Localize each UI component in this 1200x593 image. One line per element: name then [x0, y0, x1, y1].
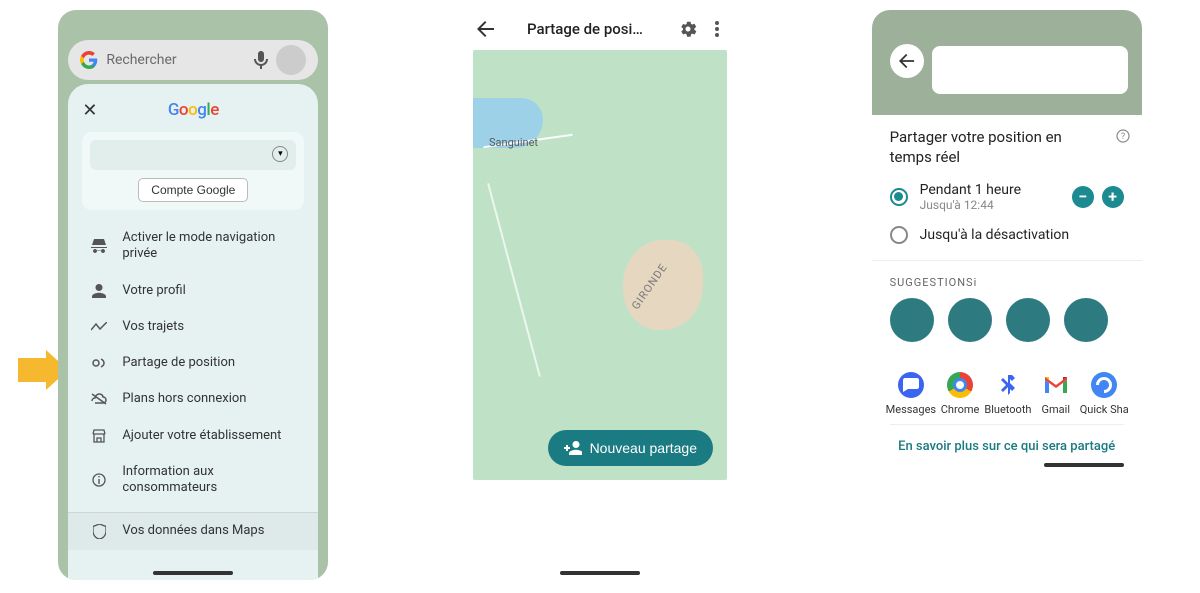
info-icon[interactable]: i	[974, 276, 978, 289]
map[interactable]: Sanguinet GIRONDE Nouveau partage	[473, 50, 727, 480]
chevron-down-icon: ▾	[272, 146, 288, 162]
increase-duration-button[interactable]: +	[1102, 186, 1124, 208]
store-icon	[90, 429, 108, 443]
account-menu-panel: ✕ Google ▾ Compte Google Activer le mode…	[68, 84, 318, 580]
quick-share-icon	[1091, 372, 1117, 398]
share-bottom-sheet: Partager votre position en temps réel ? …	[872, 115, 1142, 472]
share-app-quick-share[interactable]: Quick Share	[1080, 372, 1128, 417]
shield-icon	[90, 524, 108, 539]
radio-selected-icon	[890, 188, 908, 206]
back-icon[interactable]	[477, 20, 495, 38]
svg-text:?: ?	[1121, 132, 1125, 142]
search-slab[interactable]	[932, 46, 1128, 94]
share-app-chrome[interactable]: Chrome	[936, 372, 984, 417]
suggestions-header: SUGGESTIONSi	[890, 271, 1124, 290]
suggestions-list	[890, 298, 1124, 342]
share-apps-row: Messages Chrome Bluetooth Gmail	[886, 372, 1128, 417]
map-road	[487, 183, 541, 377]
gesture-bar	[153, 571, 233, 575]
menu-item-profile[interactable]: Votre profil	[68, 273, 318, 309]
map-place-label: Sanguinet	[489, 136, 538, 149]
close-icon[interactable]: ✕	[82, 100, 97, 121]
account-switcher: ▾ Compte Google	[82, 132, 304, 210]
menu-item-add-business[interactable]: Ajouter votre établissement	[68, 418, 318, 454]
learn-more-link[interactable]: En savoir plus sur ce qui sera partagé	[890, 424, 1124, 464]
page-title: Partage de posi…	[505, 20, 665, 38]
timeline-icon	[90, 322, 108, 332]
gesture-bar	[560, 571, 640, 575]
menu-list: Activer le mode navigation privée Votre …	[68, 220, 318, 580]
header: Partage de posi…	[465, 10, 735, 48]
option-until-off[interactable]: Jusqu'à la désactivation	[890, 226, 1124, 244]
gesture-bar	[1044, 463, 1124, 467]
menu-item-offline-maps[interactable]: Plans hors connexion	[68, 381, 318, 417]
divider	[872, 260, 1142, 261]
account-selector[interactable]: ▾	[90, 140, 296, 170]
bottom-sheet-handle-area	[465, 488, 735, 568]
contact-avatar[interactable]	[948, 298, 992, 342]
share-app-bluetooth[interactable]: Bluetooth	[984, 372, 1032, 417]
new-share-button[interactable]: Nouveau partage	[548, 430, 713, 466]
back-button[interactable]	[890, 44, 924, 78]
settings-icon[interactable]	[675, 20, 701, 38]
profile-avatar[interactable]	[276, 45, 306, 75]
share-app-messages[interactable]: Messages	[886, 372, 936, 417]
help-icon[interactable]: ?	[1116, 129, 1130, 143]
contact-avatar[interactable]	[1006, 298, 1050, 342]
chrome-icon	[947, 372, 973, 398]
menu-item-your-data[interactable]: Vos données dans Maps	[68, 512, 318, 549]
incognito-icon	[90, 239, 108, 253]
search-bar[interactable]: Rechercher	[68, 40, 318, 80]
info-icon	[90, 473, 108, 487]
option-duration[interactable]: Pendant 1 heure Jusqu'à 12:44 − +	[890, 182, 1124, 212]
map-terrain	[623, 240, 703, 330]
google-account-button[interactable]: Compte Google	[138, 178, 248, 202]
menu-item-location-sharing[interactable]: Partage de position	[68, 345, 318, 381]
decrease-duration-button[interactable]: −	[1072, 186, 1094, 208]
menu-item-incognito[interactable]: Activer le mode navigation privée	[68, 220, 318, 273]
sheet-title: Partager votre position en temps réel	[890, 127, 1124, 168]
google-g-icon	[80, 51, 98, 69]
overflow-icon[interactable]	[711, 21, 723, 37]
messages-icon	[898, 372, 924, 398]
screenshot-share-sheet: Partager votre position en temps réel ? …	[872, 10, 1142, 580]
contact-avatar[interactable]	[1064, 298, 1108, 342]
menu-item-trips[interactable]: Vos trajets	[68, 309, 318, 345]
person-icon	[90, 284, 108, 298]
menu-item-consumer-info[interactable]: Information aux consommateurs	[68, 454, 318, 507]
location-share-icon	[90, 356, 108, 370]
gmail-icon	[1043, 372, 1069, 398]
map-preview	[872, 10, 1142, 115]
screenshot-account-menu: Rechercher ✕ Google ▾ Compte Google	[58, 10, 328, 580]
cloud-off-icon	[90, 393, 108, 405]
mic-icon[interactable]	[254, 51, 268, 69]
bluetooth-icon	[995, 372, 1021, 398]
share-app-gmail[interactable]: Gmail	[1032, 372, 1080, 417]
screenshot-location-sharing-map: Partage de posi… Sanguinet GIRONDE Nouve…	[465, 10, 735, 580]
search-placeholder: Rechercher	[106, 52, 246, 68]
contact-avatar[interactable]	[890, 298, 934, 342]
google-logo: Google	[168, 100, 219, 120]
person-add-icon	[564, 441, 582, 455]
radio-unselected-icon	[890, 226, 908, 244]
